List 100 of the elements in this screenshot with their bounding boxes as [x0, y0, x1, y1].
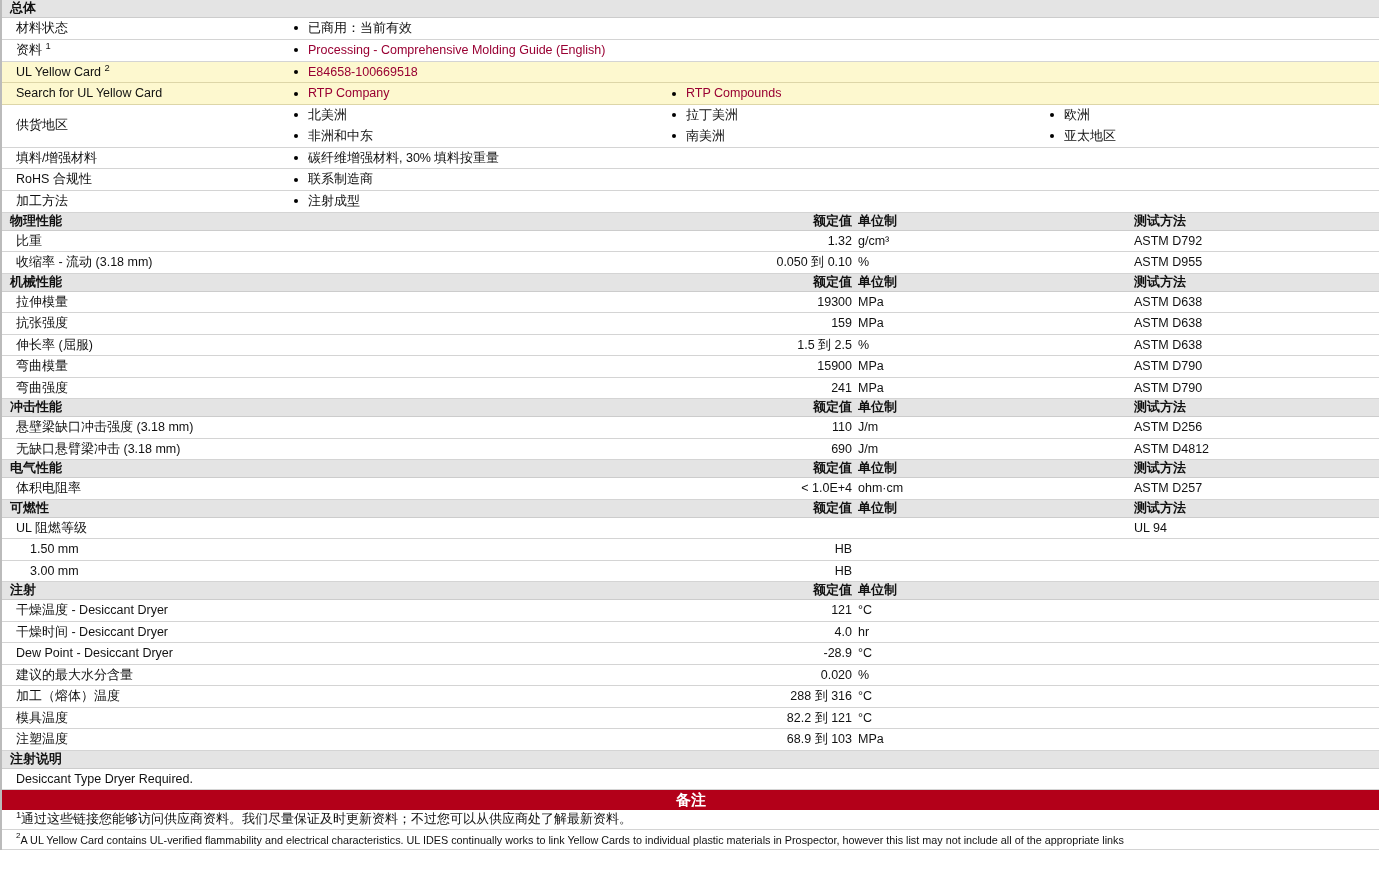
unit-text: MPa [857, 358, 885, 376]
unit-text: % [857, 666, 871, 684]
bullet-icon [672, 134, 676, 139]
column-header: 额定值 [812, 212, 852, 230]
property-label: UL 阻燃等级 [15, 519, 88, 537]
section-title: 可燃性 [9, 499, 50, 517]
column-header: 测试方法 [1134, 212, 1187, 230]
property-value: 19300 [816, 293, 852, 311]
property-label: 体积电阻率 [15, 480, 82, 498]
supplier-link[interactable]: RTP Compounds [686, 84, 782, 103]
property-value: 注射成型 [308, 193, 360, 210]
test-method: ASTM D955 [1134, 254, 1204, 272]
property-label: 建议的最大水分含量 [15, 666, 134, 684]
bullet-icon [294, 69, 298, 74]
section-title: 物理性能 [9, 212, 63, 230]
property-label: Dew Point - Desiccant Dryer [15, 645, 174, 663]
unit-text: % [857, 336, 871, 354]
section-title: 注射 [9, 582, 37, 600]
property-value: 欧洲 [1064, 107, 1090, 124]
section-title: 冲击性能 [9, 399, 63, 417]
property-value: 159 [830, 315, 852, 333]
unit-text: °C [857, 645, 874, 663]
unit-text: g/cm³ [857, 232, 891, 250]
supplier-link[interactable]: RTP Company [308, 84, 390, 103]
bullet-icon [294, 134, 298, 139]
property-value: 拉丁美洲 [686, 107, 738, 124]
property-label: 加工（熔体）温度 [15, 688, 121, 706]
section-title: 机械性能 [8, 273, 63, 291]
notes-title: 备注 [2, 790, 1379, 811]
property-value: 121 [830, 602, 852, 620]
column-header: 单位制 [857, 399, 898, 417]
test-method: ASTM D638 [1134, 336, 1204, 354]
bullet-icon [294, 26, 298, 31]
property-value: 0.050 到 0.10 [775, 254, 852, 272]
property-value: 联系制造商 [308, 171, 373, 189]
bullet-icon [294, 113, 298, 118]
test-method: UL 94 [1134, 519, 1168, 537]
column-header: 测试方法 [1134, 499, 1187, 517]
property-label: 模具温度 [15, 709, 69, 727]
property-label: RoHS 合规性 [15, 171, 93, 189]
property-value: 110 [831, 419, 852, 437]
property-value: -28.9 [822, 645, 852, 663]
unit-text: % [857, 254, 871, 272]
property-label: 干燥温度 - Desiccant Dryer [15, 602, 170, 620]
unit-text: hr [857, 623, 871, 641]
property-label: 比重 [15, 232, 43, 250]
test-method: ASTM D638 [1134, 315, 1204, 333]
property-value: 亚太地区 [1064, 127, 1116, 145]
property-value: HB [833, 541, 852, 559]
property-label: 弯曲模量 [15, 358, 69, 376]
property-value: < 1.0E+4 [800, 480, 852, 498]
column-header: 单位制 [857, 460, 898, 478]
property-label: 悬壁梁缺口冲击强度 (3.18 mm) [15, 419, 195, 437]
column-header: 额定值 [812, 273, 852, 291]
bullet-icon [294, 48, 298, 53]
property-label: 干燥时间 - Desiccant Dryer [15, 623, 170, 641]
property-label: 伸长率 (屈服) [15, 336, 94, 354]
test-method: ASTM D790 [1134, 358, 1204, 376]
supplier-link[interactable]: E84658-100669518 [308, 62, 418, 82]
unit-text: °C [857, 709, 874, 727]
column-header: 单位制 [857, 273, 898, 291]
column-header: 单位制 [857, 582, 898, 600]
property-label: 弯曲强度 [15, 379, 69, 397]
note-text: Desiccant Type Dryer Required. [15, 770, 193, 788]
property-value: 已商用：当前有效 [308, 20, 412, 37]
property-label: 3.00 mm [29, 562, 80, 580]
column-header: 测试方法 [1134, 459, 1187, 478]
column-header: 额定值 [812, 460, 852, 478]
bullet-icon [1050, 113, 1054, 118]
unit-text: °C [857, 602, 874, 620]
property-value: 1.5 到 2.5 [796, 336, 852, 354]
property-value: 北美洲 [308, 107, 347, 124]
bullet-icon [294, 155, 298, 160]
footnote: $^{2}$A UL Yellow Card contains UL-verified flammability and electrical characteristics. UL IDES continually works to link Yellow Cards to individual plastic materials in Prospector, however this list may not include all of the appropriate links [2, 830, 1379, 851]
bullet-icon [294, 199, 298, 204]
test-method: ASTM D638 [1134, 293, 1204, 311]
section-title: 注射说明 [9, 750, 63, 768]
property-label: 资料 $^{1}$ [15, 40, 52, 59]
property-label: 供货地区 [15, 117, 69, 135]
supplier-link[interactable]: Processing - Comprehensive Molding Guide (English) [308, 40, 606, 60]
bullet-icon [672, 113, 676, 118]
test-method: ASTM D790 [1134, 379, 1204, 397]
footnote: $^{1}$通过这些链接您能够访问供应商资料。我们尽量保证及时更新资料；不过您可以从供应商处了解最新资料。 [2, 810, 1379, 831]
property-value: 非洲和中东 [308, 127, 373, 145]
column-header: 额定值 [812, 582, 852, 600]
property-value: 68.9 到 103 [785, 731, 852, 749]
property-value: 0.020 [819, 666, 852, 684]
property-value: 1.32 [826, 232, 852, 250]
property-label: 收缩率 - 流动 (3.18 mm) [15, 254, 154, 272]
section-title: 电气性能 [9, 460, 63, 478]
bullet-icon [294, 91, 298, 96]
unit-text: MPa [857, 315, 885, 333]
unit-text: J/m [857, 419, 880, 437]
property-value: 15900 [816, 358, 852, 376]
property-value: 82.2 到 121 [785, 709, 852, 727]
property-label: Search for UL Yellow Card [15, 85, 164, 103]
unit-text: MPa [857, 731, 885, 749]
property-label: 材料状态 [15, 20, 69, 37]
test-method: ASTM D257 [1134, 480, 1204, 498]
property-label: 1.50 mm [29, 541, 80, 559]
